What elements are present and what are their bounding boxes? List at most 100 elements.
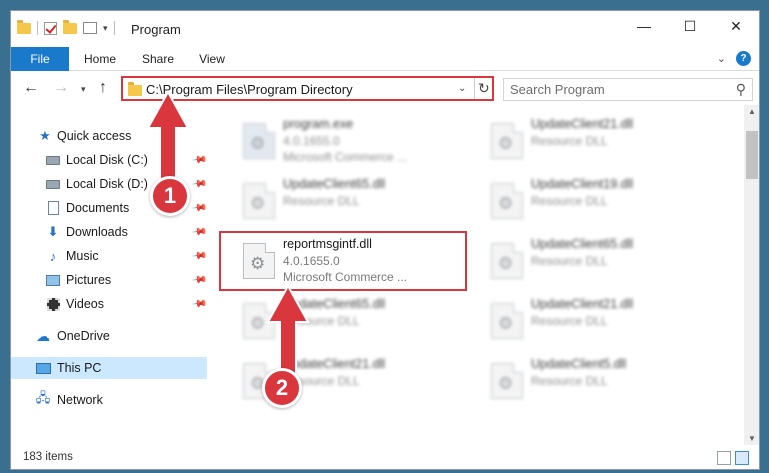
- file-item[interactable]: ⚙ program.exe 4.0.1655.0 Microsoft Comme…: [231, 113, 461, 169]
- file-name: UpdateClient65.dll: [531, 237, 634, 251]
- pc-icon: [35, 361, 51, 375]
- scrollbar-thumb[interactable]: [746, 131, 758, 179]
- view-toggle: [717, 451, 749, 465]
- sidebar-item-label: Pictures: [66, 273, 112, 287]
- drive-icon: [45, 177, 61, 191]
- drive-icon: [45, 153, 61, 167]
- file-name: UpdateClient65.dll: [283, 177, 386, 191]
- details-view-icon[interactable]: [717, 451, 731, 465]
- forward-arrow-icon[interactable]: →: [53, 79, 69, 97]
- close-button[interactable]: ✕: [713, 11, 759, 41]
- pin-icon[interactable]: 📌: [191, 296, 208, 312]
- documents-icon: [45, 201, 61, 215]
- sidebar-item-label: Music: [66, 249, 99, 263]
- pictures-icon: [45, 273, 61, 287]
- step-1-badge: 1: [150, 176, 190, 216]
- address-row: ← → ▾ ↑ C:\Program Files\Program Directo…: [11, 71, 759, 105]
- sidebar-item-label: This PC: [57, 361, 102, 375]
- file-item[interactable]: ⚙ UpdateClient21.dll Resource DLL: [479, 113, 709, 169]
- onedrive-icon: ☁: [36, 327, 50, 344]
- back-arrow-icon[interactable]: ←: [23, 79, 39, 97]
- file-name: UpdateClient21.dll: [531, 297, 634, 311]
- sidebar-item-label: Downloads: [66, 225, 128, 239]
- help-icon[interactable]: ?: [736, 51, 751, 66]
- network-icon: 🖧: [35, 390, 51, 405]
- file-type: Resource DLL: [531, 314, 608, 328]
- search-box[interactable]: ⚲: [503, 78, 753, 101]
- pin-icon[interactable]: 📌: [191, 272, 208, 288]
- tab-home[interactable]: Home: [75, 47, 125, 71]
- search-input[interactable]: [510, 82, 720, 97]
- sidebar-item-music[interactable]: ♪ Music 📌: [11, 245, 208, 267]
- maximize-button[interactable]: ☐: [667, 11, 713, 41]
- sidebar-item-onedrive[interactable]: ☁ OneDrive: [11, 325, 207, 347]
- minimize-button[interactable]: —: [621, 11, 667, 41]
- quick-access-toolbar: ▾: [17, 19, 115, 35]
- pin-icon[interactable]: 📌: [191, 248, 208, 264]
- step-2-badge: 2: [262, 368, 302, 408]
- sidebar-item-videos[interactable]: Videos 📌: [11, 293, 208, 315]
- sidebar-item-label: Local Disk (D:): [66, 177, 148, 191]
- file-item[interactable]: ⚙ UpdateClient21.dll Resource DLL: [479, 293, 709, 349]
- refresh-icon[interactable]: ↻: [478, 80, 490, 97]
- dll-icon: ⚙: [491, 123, 523, 159]
- file-item[interactable]: ⚙ UpdateClient65.dll Resource DLL: [479, 233, 709, 289]
- pin-icon[interactable]: 📌: [191, 200, 208, 216]
- sidebar-item-label: Local Disk (C:): [66, 153, 148, 167]
- tab-file[interactable]: File: [11, 47, 69, 71]
- file-item[interactable]: ⚙ UpdateClient19.dll Resource DLL: [479, 173, 709, 229]
- videos-icon: [45, 297, 61, 311]
- new-folder-icon[interactable]: [63, 19, 77, 34]
- window-title: Program: [131, 22, 181, 37]
- sidebar-item-label: OneDrive: [57, 329, 110, 343]
- file-name: UpdateClient19.dll: [531, 177, 634, 191]
- up-arrow-icon[interactable]: ↑: [99, 79, 107, 97]
- dll-icon: ⚙: [491, 183, 523, 219]
- address-divider: [474, 78, 475, 99]
- pin-icon[interactable]: 📌: [191, 224, 208, 240]
- sidebar-item-downloads[interactable]: ⬇ Downloads 📌: [11, 221, 208, 243]
- file-item[interactable]: ⚙ UpdateClient5.dll Resource DLL: [479, 353, 709, 409]
- vertical-scrollbar[interactable]: ▲ ▼: [744, 105, 759, 445]
- dll-icon: ⚙: [243, 183, 275, 219]
- sidebar-item-label: Quick access: [57, 129, 132, 143]
- file-name: UpdateClient21.dll: [531, 117, 634, 131]
- file-type: Resource DLL: [531, 254, 608, 268]
- file-name: program.exe: [283, 117, 354, 131]
- sidebar-item-label: Network: [57, 393, 103, 407]
- dll-icon: ⚙: [491, 243, 523, 279]
- toolbar-divider: [37, 21, 38, 35]
- properties-check-icon[interactable]: [44, 21, 57, 35]
- dll-icon: ⚙: [491, 363, 523, 399]
- title-bar: ▾ Program — ☐ ✕: [11, 11, 759, 47]
- star-icon: ★: [39, 128, 51, 143]
- status-bar: 183 items: [11, 445, 759, 469]
- file-highlight-box: [219, 231, 467, 291]
- scroll-down-arrow-icon[interactable]: ▼: [748, 434, 756, 443]
- tab-view[interactable]: View: [191, 47, 233, 71]
- recent-locations-chevron-icon[interactable]: ▾: [81, 84, 86, 95]
- exe-icon: ⚙: [243, 123, 275, 159]
- toolbar-divider: [113, 21, 115, 35]
- view-options-icon[interactable]: [83, 22, 97, 34]
- sidebar-item-label: Documents: [66, 201, 130, 215]
- folder-icon: [17, 19, 31, 34]
- expand-ribbon-chevron-icon[interactable]: ⌄: [717, 52, 726, 65]
- scroll-up-arrow-icon[interactable]: ▲: [748, 107, 756, 116]
- file-type: Resource DLL: [531, 194, 608, 208]
- file-version: 4.0.1655.0: [283, 134, 340, 148]
- item-count: 183 items: [23, 451, 73, 463]
- search-icon[interactable]: ⚲: [736, 81, 746, 98]
- sidebar-item-network[interactable]: 🖧 Network: [11, 389, 207, 411]
- dll-icon: ⚙: [491, 303, 523, 339]
- window-controls: — ☐ ✕: [621, 11, 759, 41]
- customize-toolbar-chevron-icon[interactable]: ▾: [103, 23, 108, 34]
- sidebar-item-this-pc[interactable]: This PC: [11, 357, 207, 379]
- address-history-chevron-icon[interactable]: ⌄: [458, 83, 466, 94]
- ribbon-right-controls: ⌄ ?: [717, 51, 751, 66]
- file-item[interactable]: ⚙ UpdateClient65.dll Resource DLL: [231, 173, 461, 229]
- sidebar-item-pictures[interactable]: Pictures 📌: [11, 269, 208, 291]
- file-type: Resource DLL: [531, 134, 608, 148]
- tab-share[interactable]: Share: [133, 47, 183, 71]
- tiles-view-icon[interactable]: [735, 451, 749, 465]
